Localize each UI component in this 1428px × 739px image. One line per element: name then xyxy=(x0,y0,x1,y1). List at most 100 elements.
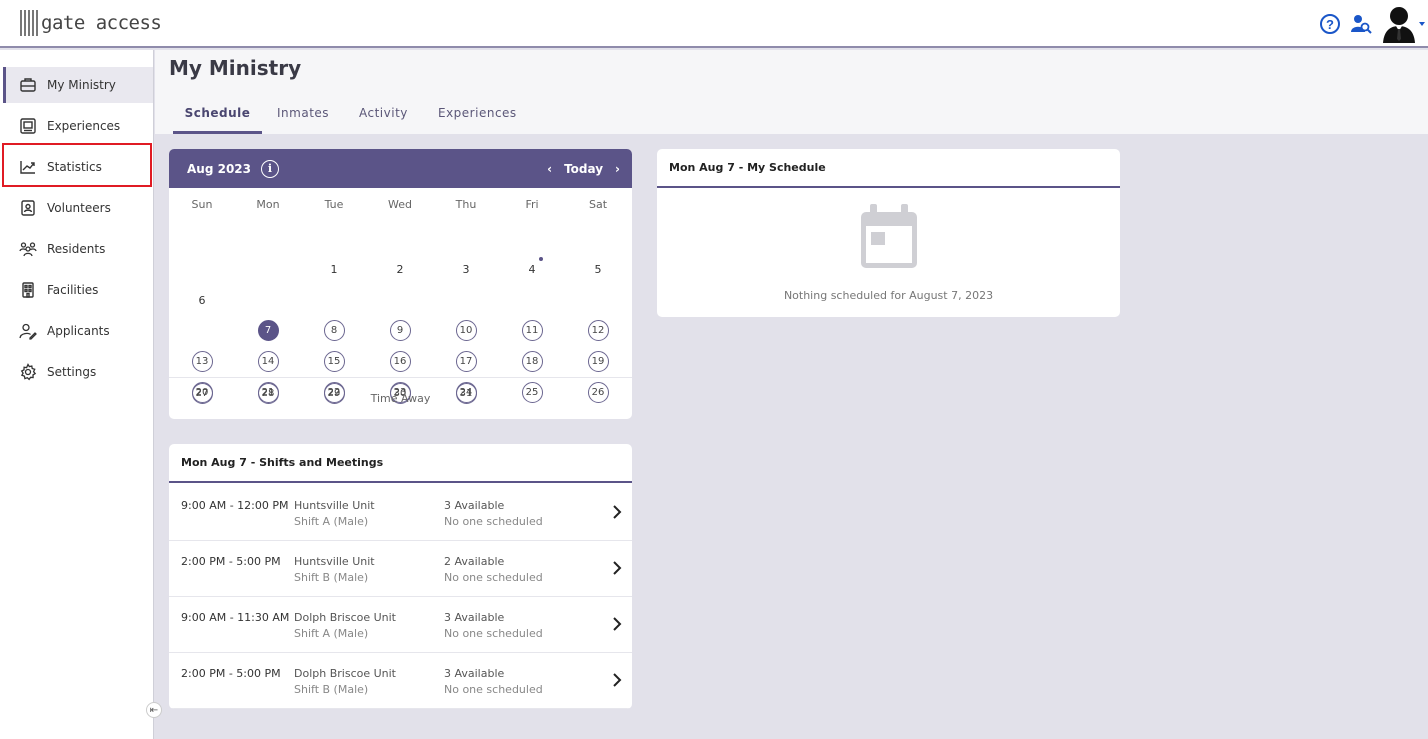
shift-availability: 2 Available xyxy=(444,555,505,568)
sidebar: My Ministry Experiences Statistics Volun… xyxy=(0,50,154,739)
shift-status: No one scheduled xyxy=(444,515,543,528)
briefcase-icon xyxy=(19,76,37,94)
shift-row[interactable]: 2:00 PM - 5:00 PM Huntsville Unit Shift B … xyxy=(169,541,632,597)
user-search-icon[interactable] xyxy=(1350,13,1372,35)
chevron-right-icon[interactable] xyxy=(612,505,622,519)
shifts-title: Mon Aug 7 - Shifts and Meetings xyxy=(169,444,632,483)
weekday-label: Sat xyxy=(588,198,608,211)
chevron-right-icon[interactable] xyxy=(612,673,622,687)
sidebar-item-label: Experiences xyxy=(47,119,121,133)
calendar-day[interactable]: 2 xyxy=(367,263,433,276)
tab-activity[interactable]: Activity xyxy=(359,104,408,134)
shift-name: Shift B (Male) xyxy=(294,571,369,584)
sidebar-item-applicants[interactable]: Applicants xyxy=(3,313,153,349)
calendar-day[interactable]: 12 xyxy=(565,320,631,341)
collapse-sidebar-icon[interactable]: ⇤ xyxy=(146,702,162,718)
weekday-label: Wed xyxy=(388,198,412,211)
chevron-right-icon[interactable]: › xyxy=(615,162,620,176)
shift-time: 9:00 AM - 11:30 AM xyxy=(181,611,290,624)
weekday-label: Tue xyxy=(324,198,344,211)
shift-row[interactable]: 9:00 AM - 11:30 AM Dolph Briscoe Unit Shif… xyxy=(169,597,632,653)
sidebar-item-settings[interactable]: Settings xyxy=(3,354,153,390)
calendar-day[interactable]: 14 xyxy=(235,351,301,372)
shift-unit: Dolph Briscoe Unit xyxy=(294,667,396,680)
info-icon[interactable]: i xyxy=(261,159,279,178)
shift-availability: 3 Available xyxy=(444,611,505,624)
calendar-day[interactable]: 8 xyxy=(301,320,367,341)
calendar-day[interactable]: 1 xyxy=(301,263,367,276)
calendar-month-label: Aug 2023 xyxy=(187,161,251,176)
empty-schedule-message: Nothing scheduled for August 7, 2023 xyxy=(783,289,994,302)
time-away-link[interactable]: Time Away xyxy=(169,377,632,405)
calendar-day[interactable]: 19 xyxy=(565,351,631,372)
calendar-day[interactable]: 3 xyxy=(433,263,499,276)
sidebar-item-label: My Ministry xyxy=(47,78,116,92)
my-schedule-card: Mon Aug 7 - My Schedule Nothing schedule… xyxy=(657,149,1120,317)
calendar-day[interactable]: 10 xyxy=(433,320,499,341)
gallery-icon xyxy=(19,117,37,135)
chevron-right-icon[interactable] xyxy=(612,617,622,631)
calendar-day[interactable]: 15 xyxy=(301,351,367,372)
sidebar-item-my-ministry[interactable]: My Ministry xyxy=(3,67,153,103)
calendar-icon xyxy=(861,204,917,268)
page-header: My Ministry Schedule Inmates Activity Ex… xyxy=(155,50,1428,134)
calendar-day[interactable]: 13 xyxy=(169,351,235,372)
calendar-day[interactable]: 17 xyxy=(433,351,499,372)
my-schedule-title: Mon Aug 7 - My Schedule xyxy=(657,149,1120,188)
logo-text: gate access xyxy=(41,12,162,34)
weekday-label: Fri xyxy=(525,198,539,211)
shift-time: 2:00 PM - 5:00 PM xyxy=(181,667,281,680)
user-edit-icon xyxy=(19,322,37,340)
calendar-day[interactable]: 4 xyxy=(499,257,565,276)
sidebar-item-residents[interactable]: Residents xyxy=(3,231,153,267)
shift-status: No one scheduled xyxy=(444,571,543,584)
users-icon xyxy=(19,240,37,258)
sidebar-item-label: Residents xyxy=(47,242,106,256)
gear-icon xyxy=(19,363,37,381)
chevron-left-icon[interactable]: ‹ xyxy=(547,162,552,176)
shift-name: Shift A (Male) xyxy=(294,627,369,640)
calendar-header: Aug 2023 i ‹ Today › xyxy=(169,149,632,188)
top-header: gate access ? xyxy=(0,0,1428,48)
today-button[interactable]: Today xyxy=(564,162,603,176)
shift-time: 2:00 PM - 5:00 PM xyxy=(181,555,281,568)
sidebar-item-experiences[interactable]: Experiences xyxy=(3,108,153,144)
page-title: My Ministry xyxy=(169,56,302,80)
calendar-day[interactable]: 7 xyxy=(235,320,301,341)
calendar-day[interactable]: 11 xyxy=(499,320,565,341)
weekday-label: Sun xyxy=(191,198,213,211)
shift-name: Shift A (Male) xyxy=(294,515,369,528)
calendar-day[interactable]: 16 xyxy=(367,351,433,372)
tab-schedule[interactable]: Schedule xyxy=(173,104,262,134)
tab-inmates[interactable]: Inmates xyxy=(277,104,329,134)
shift-unit: Dolph Briscoe Unit xyxy=(294,611,396,624)
chevron-down-icon[interactable] xyxy=(1418,20,1426,28)
shift-row[interactable]: 2:00 PM - 5:00 PM Dolph Briscoe Unit Shift… xyxy=(169,653,632,709)
sidebar-item-label: Applicants xyxy=(47,324,110,338)
calendar-day[interactable]: 5 xyxy=(565,263,631,276)
event-dot-icon xyxy=(539,257,543,261)
avatar[interactable] xyxy=(1382,5,1416,43)
sidebar-item-label: Volunteers xyxy=(47,201,111,215)
shift-time: 9:00 AM - 12:00 PM xyxy=(181,499,289,512)
calendar-day[interactable]: 9 xyxy=(367,320,433,341)
sidebar-item-label: Settings xyxy=(47,365,97,379)
shifts-card: Mon Aug 7 - Shifts and Meetings 9:00 AM … xyxy=(169,444,632,709)
calendar-day[interactable]: 18 xyxy=(499,351,565,372)
shift-status: No one scheduled xyxy=(444,683,543,696)
chevron-right-icon[interactable] xyxy=(612,561,622,575)
sidebar-item-label: Facilities xyxy=(47,283,99,297)
building-icon xyxy=(19,281,37,299)
sidebar-item-facilities[interactable]: Facilities xyxy=(3,272,153,308)
logo-bars-icon xyxy=(20,10,38,36)
calendar-day[interactable]: 6 xyxy=(169,294,235,307)
shift-row[interactable]: 9:00 AM - 12:00 PM Huntsville Unit Shift A… xyxy=(169,485,632,541)
help-icon[interactable]: ? xyxy=(1320,14,1340,34)
shift-name: Shift B (Male) xyxy=(294,683,369,696)
id-badge-icon xyxy=(19,199,37,217)
shift-unit: Huntsville Unit xyxy=(294,555,375,568)
shift-unit: Huntsville Unit xyxy=(294,499,375,512)
sidebar-item-volunteers[interactable]: Volunteers xyxy=(3,190,153,226)
logo[interactable]: gate access xyxy=(20,8,162,38)
tab-experiences[interactable]: Experiences xyxy=(438,104,517,134)
